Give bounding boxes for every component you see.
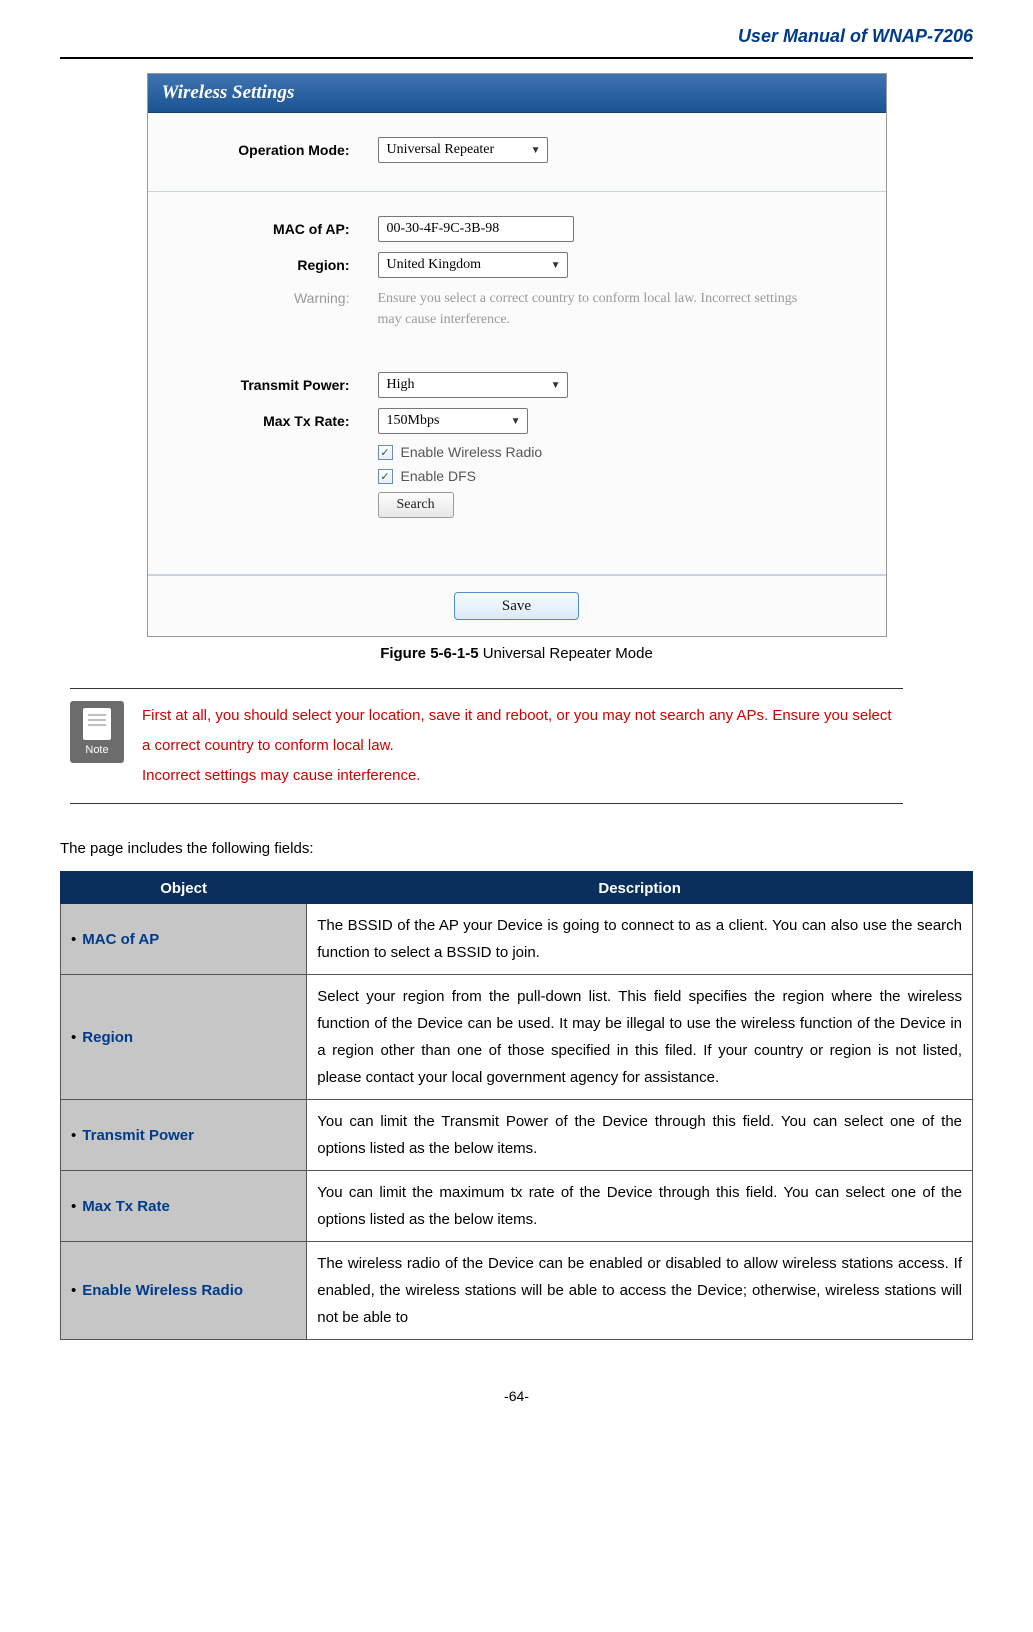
table-row: •Max Tx Rate You can limit the maximum t… [61, 1171, 973, 1242]
page-number: -64- [60, 1388, 973, 1404]
save-bar: Save [148, 575, 886, 636]
label-mac: MAC of AP: [168, 221, 378, 237]
wireless-settings-panel: Wireless Settings Operation Mode: Univer… [147, 73, 887, 637]
figure-text: Universal Repeater Mode [479, 645, 653, 662]
object-label: Region [82, 1029, 133, 1046]
screenshot-container: Wireless Settings Operation Mode: Univer… [147, 73, 887, 662]
object-cell: •Region [61, 975, 307, 1100]
label-region: Region: [168, 257, 378, 273]
description-cell: You can limit the maximum tx rate of the… [307, 1171, 973, 1242]
object-label: Enable Wireless Radio [82, 1282, 243, 1299]
row-tx-power: Transmit Power: High ▼ [168, 372, 866, 398]
row-warning: Warning: Ensure you select a correct cou… [168, 288, 866, 330]
table-row: •Enable Wireless Radio The wireless radi… [61, 1242, 973, 1340]
figure-number: Figure 5-6-1-5 [380, 645, 478, 662]
enable-radio-checkbox[interactable]: ✓ [378, 445, 393, 460]
chevron-down-icon: ▼ [531, 145, 541, 156]
max-rate-select[interactable]: 150Mbps ▼ [378, 408, 528, 434]
row-max-rate: Max Tx Rate: 150Mbps ▼ [168, 408, 866, 434]
fields-table: Object Description •MAC of AP The BSSID … [60, 871, 973, 1340]
note-icon-label: Note [85, 744, 108, 756]
col-header-description: Description [307, 873, 973, 904]
object-cell: •Transmit Power [61, 1100, 307, 1171]
label-tx-power: Transmit Power: [168, 377, 378, 393]
note-line1: First at all, you should select your loc… [142, 707, 892, 754]
row-enable-radio: ✓ Enable Wireless Radio [378, 444, 866, 460]
panel-title: Wireless Settings [148, 74, 886, 113]
col-header-object: Object [61, 873, 307, 904]
figure-caption: Figure 5-6-1-5 Universal Repeater Mode [147, 645, 887, 662]
region-value: United Kingdom [387, 257, 482, 273]
section-main: MAC of AP: Region: United Kingdom ▼ [148, 192, 886, 575]
label-warning: Warning: [168, 288, 378, 306]
warning-text: Ensure you select a correct country to c… [378, 288, 798, 330]
object-label: Transmit Power [82, 1127, 194, 1144]
object-cell: •MAC of AP [61, 904, 307, 975]
intro-line: The page includes the following fields: [60, 840, 973, 857]
enable-dfs-checkbox[interactable]: ✓ [378, 469, 393, 484]
description-cell: You can limit the Transmit Power of the … [307, 1100, 973, 1171]
mac-input[interactable] [378, 216, 574, 242]
row-region: Region: United Kingdom ▼ [168, 252, 866, 278]
chevron-down-icon: ▼ [511, 416, 521, 427]
enable-dfs-label: Enable DFS [401, 468, 476, 484]
note-block: Note First at all, you should select you… [70, 688, 903, 804]
max-rate-value: 150Mbps [387, 413, 440, 429]
region-select[interactable]: United Kingdom ▼ [378, 252, 568, 278]
row-operation-mode: Operation Mode: Universal Repeater ▼ [168, 137, 866, 163]
row-mac: MAC of AP: [168, 216, 866, 242]
section-operation-mode: Operation Mode: Universal Repeater ▼ [148, 113, 886, 192]
enable-radio-label: Enable Wireless Radio [401, 444, 543, 460]
description-cell: Select your region from the pull-down li… [307, 975, 973, 1100]
description-cell: The BSSID of the AP your Device is going… [307, 904, 973, 975]
page-header-title: User Manual of WNAP-7206 [60, 20, 973, 57]
save-button[interactable]: Save [454, 592, 579, 620]
chevron-down-icon: ▼ [551, 380, 561, 391]
note-icon: Note [70, 701, 124, 763]
search-button[interactable]: Search [378, 492, 454, 518]
label-operation-mode: Operation Mode: [168, 142, 378, 158]
table-row: •Transmit Power You can limit the Transm… [61, 1100, 973, 1171]
note-text: First at all, you should select your loc… [142, 701, 903, 791]
description-cell: The wireless radio of the Device can be … [307, 1242, 973, 1340]
chevron-down-icon: ▼ [551, 260, 561, 271]
note-paper-icon [83, 708, 111, 740]
object-label: Max Tx Rate [82, 1198, 170, 1215]
header-rule [60, 57, 973, 59]
panel-body: Operation Mode: Universal Repeater ▼ MAC… [148, 113, 886, 636]
object-cell: •Max Tx Rate [61, 1171, 307, 1242]
row-search: Search [378, 492, 866, 518]
table-row: •MAC of AP The BSSID of the AP your Devi… [61, 904, 973, 975]
tx-power-value: High [387, 377, 415, 393]
object-label: MAC of AP [82, 931, 159, 948]
table-row: •Region Select your region from the pull… [61, 975, 973, 1100]
operation-mode-value: Universal Repeater [387, 142, 495, 158]
note-line2: Incorrect settings may cause interferenc… [142, 767, 420, 784]
label-max-rate: Max Tx Rate: [168, 413, 378, 429]
object-cell: •Enable Wireless Radio [61, 1242, 307, 1340]
tx-power-select[interactable]: High ▼ [378, 372, 568, 398]
operation-mode-select[interactable]: Universal Repeater ▼ [378, 137, 548, 163]
row-enable-dfs: ✓ Enable DFS [378, 468, 866, 484]
